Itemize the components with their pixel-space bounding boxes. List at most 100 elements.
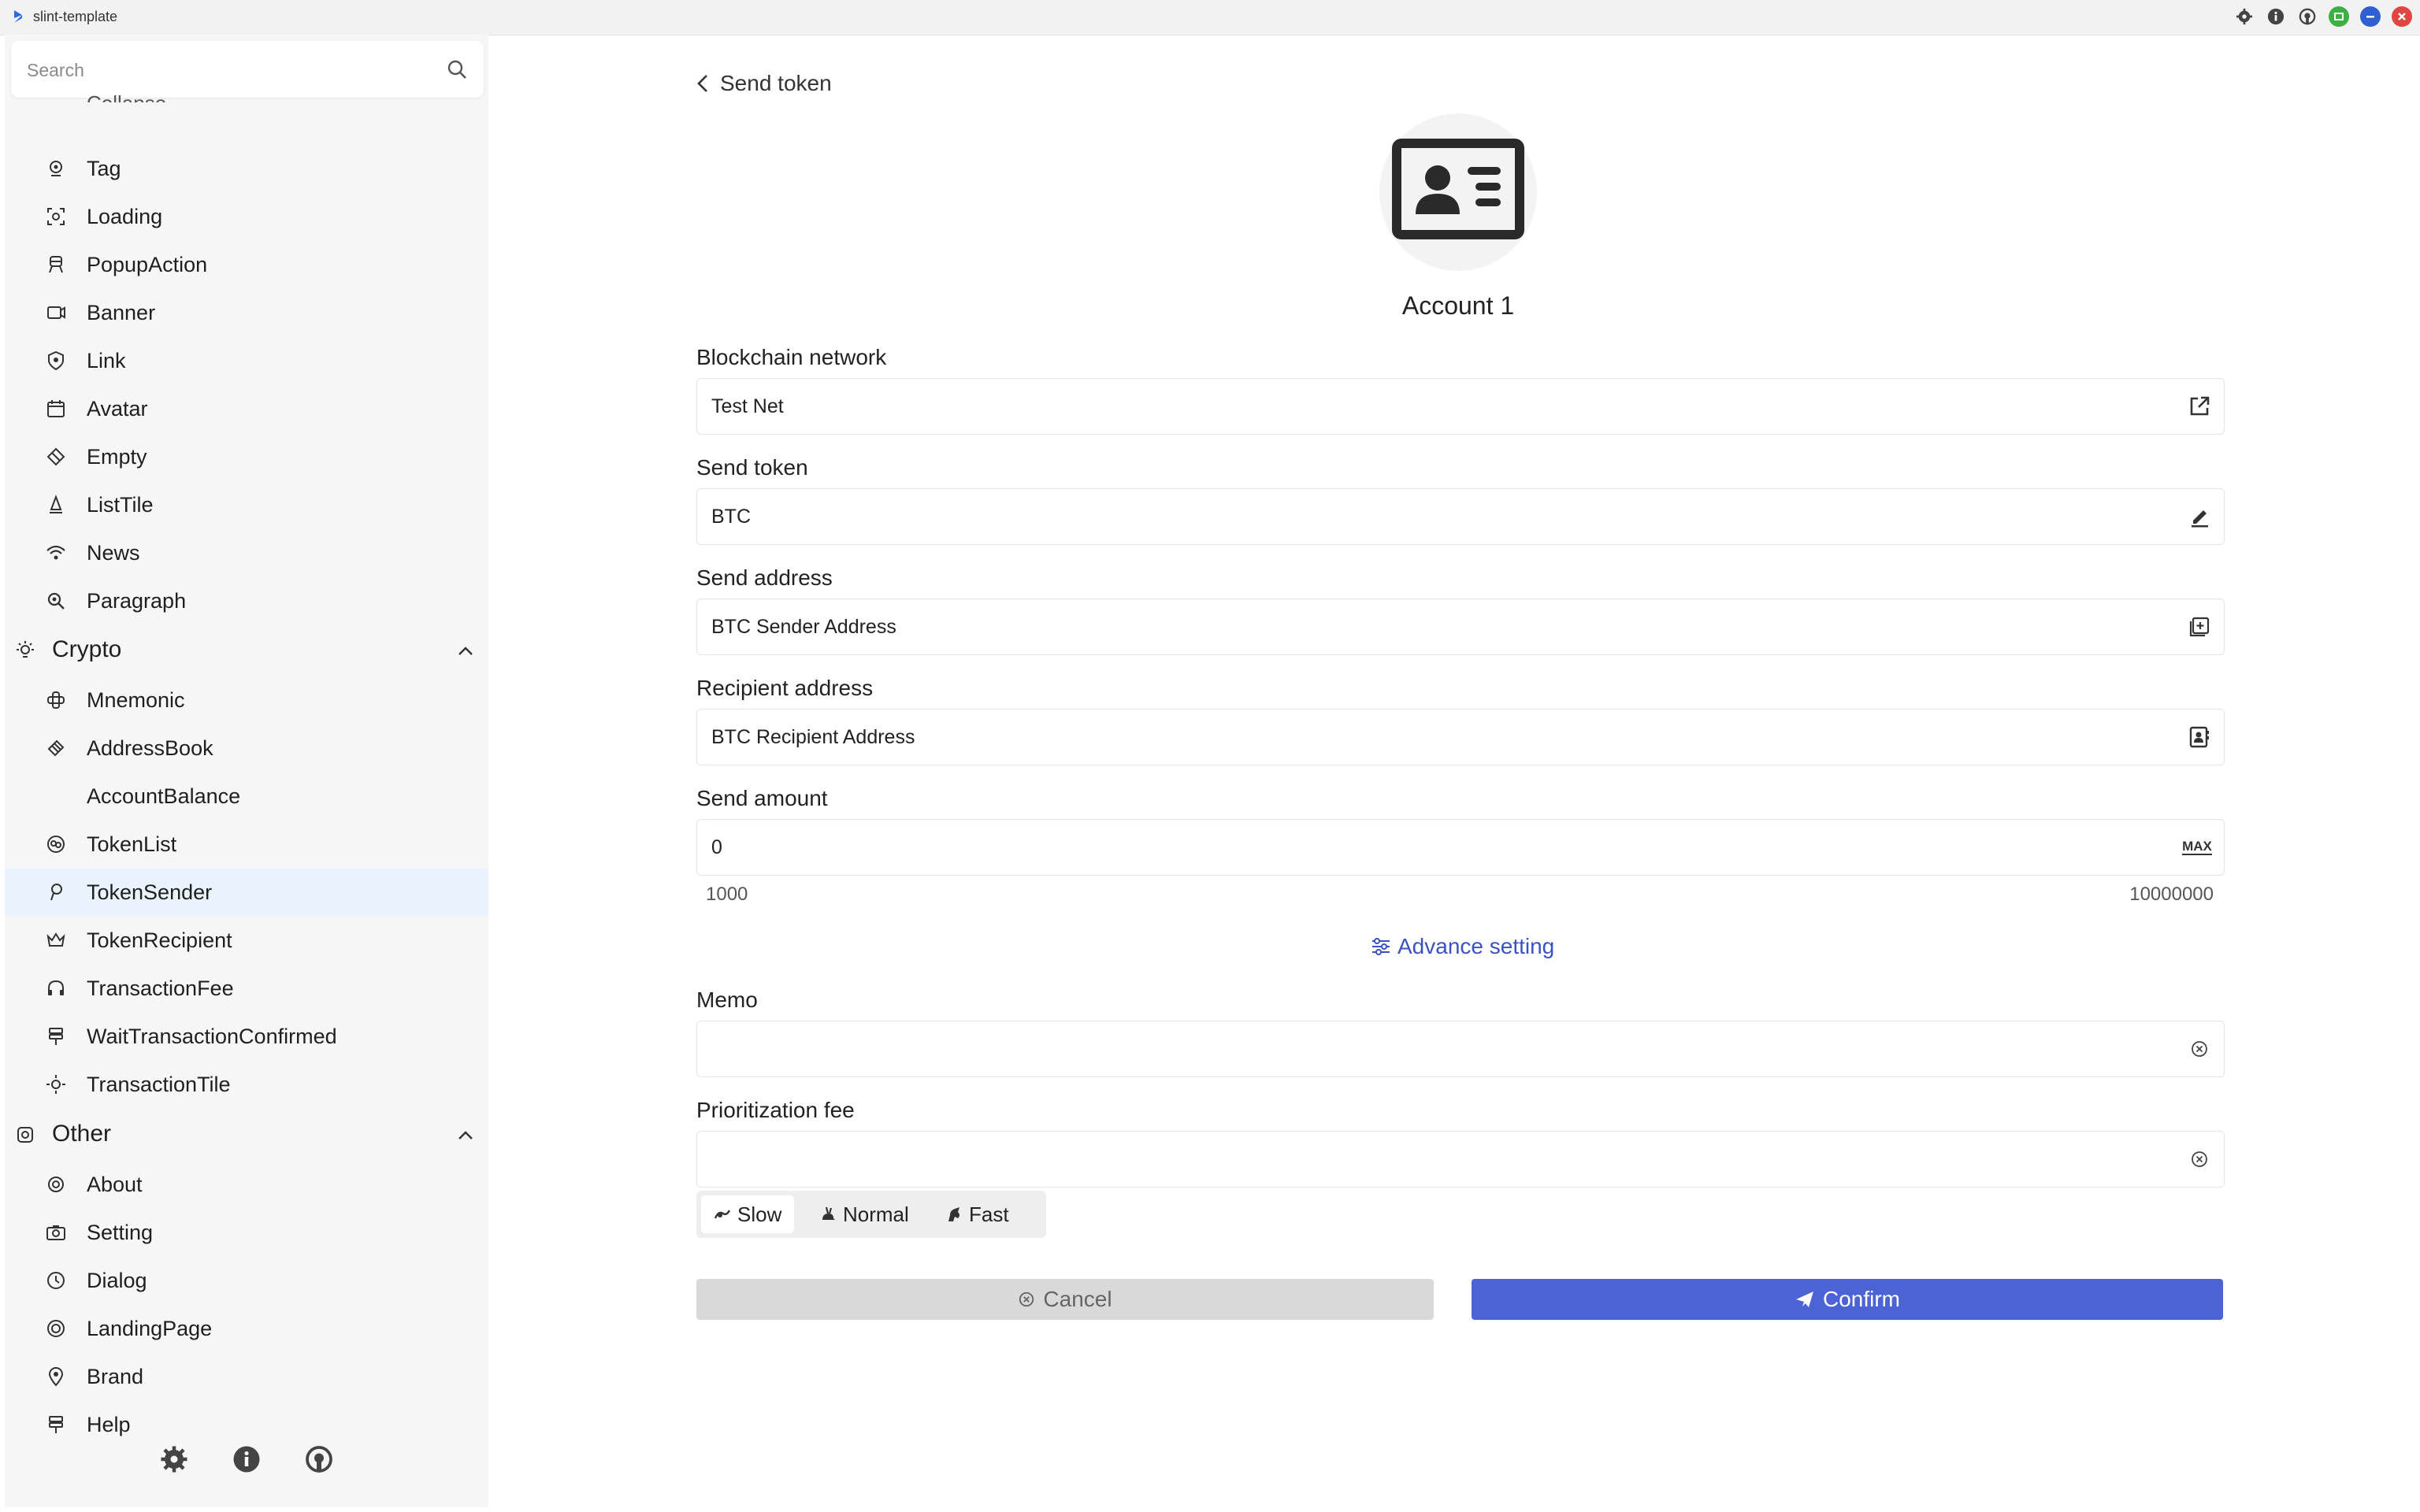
sidebar-item-label: ListTile	[87, 493, 154, 517]
sidebar-item-link[interactable]: Link	[5, 337, 488, 384]
gear-icon[interactable]	[159, 1444, 189, 1474]
send-icon	[1795, 1292, 1813, 1307]
search-input[interactable]: Search	[11, 41, 484, 98]
sidebar-item-loading[interactable]: Loading	[5, 193, 488, 240]
sidebar-item-label: Dialog	[87, 1269, 147, 1292]
sliders-icon	[1372, 938, 1390, 955]
sidebar-item-paragraph[interactable]: Paragraph	[5, 577, 488, 624]
sidebar-item-banner[interactable]: Banner	[5, 289, 488, 336]
sidebar-item-avatar[interactable]: Avatar	[5, 385, 488, 432]
confirm-label: Confirm	[1822, 1287, 1900, 1311]
sidebar-item-transactiontile[interactable]: TransactionTile	[5, 1061, 488, 1108]
max-button[interactable]: MAX	[2181, 836, 2213, 859]
sidebar-item-addressbook[interactable]: AddressBook	[5, 724, 488, 772]
sidebar-item-help[interactable]: Help	[5, 1401, 488, 1448]
horse-icon	[948, 1207, 959, 1221]
network-field[interactable]: Test Net	[696, 378, 2225, 435]
sidebar-item-tokenrecipient[interactable]: TokenRecipient	[5, 917, 488, 964]
range-min: 1000	[706, 884, 748, 905]
landing-icon	[47, 1320, 65, 1337]
confirm-button[interactable]: Confirm	[1472, 1279, 2223, 1320]
sun-icon	[46, 1075, 65, 1094]
sidebar-group-other[interactable]: Other	[5, 1110, 488, 1160]
sidebar-item-label: Avatar	[87, 397, 148, 421]
wifi-icon	[46, 545, 65, 560]
speed-normal-button[interactable]: Normal	[807, 1195, 922, 1233]
sidebar-item-label: Setting	[87, 1221, 154, 1244]
speed-slow-button[interactable]: Slow	[701, 1195, 795, 1233]
sidebar-item-waittransactionconfirmed[interactable]: WaitTransactionConfirmed	[5, 1013, 488, 1060]
sidebar-item-label: TransactionTile	[87, 1073, 231, 1096]
advance-setting-link[interactable]: Advance setting	[1371, 931, 1554, 962]
sidebar-group-crypto[interactable]: Crypto	[5, 625, 488, 676]
sidebar-item-accountbalance[interactable]: AccountBalance	[5, 773, 488, 820]
github-icon[interactable]	[2297, 6, 2318, 27]
memo-field[interactable]	[696, 1021, 2225, 1077]
edit-icon[interactable]	[2188, 505, 2211, 528]
sidebar-item-label: TransactionFee	[87, 976, 234, 1000]
sidebar-item-transactionfee[interactable]: TransactionFee	[5, 965, 488, 1012]
sidebar-item-about[interactable]: About	[5, 1161, 488, 1208]
speed-fast-button[interactable]: Fast	[933, 1195, 1022, 1233]
minimize-icon[interactable]	[2360, 6, 2381, 27]
sidebar-item-label: PopupAction	[87, 253, 208, 276]
github-icon[interactable]	[304, 1444, 334, 1474]
title-bar: slint-template	[0, 0, 2420, 35]
search-icon[interactable]	[446, 58, 468, 80]
cancel-button[interactable]: Cancel	[696, 1279, 1434, 1320]
sidebar-item-popupaction[interactable]: PopupAction	[5, 241, 488, 288]
sidebar-item-label: Banner	[87, 301, 156, 324]
contact-book-icon[interactable]	[2188, 725, 2211, 749]
add-box-icon[interactable]	[2188, 615, 2211, 639]
sidebar-item-collapse-cut[interactable]: Collapse	[87, 91, 166, 102]
send-address-label: Send address	[696, 565, 833, 590]
sidebar-item-tag[interactable]: Tag	[5, 145, 488, 192]
sidebar-item-label: AccountBalance	[87, 784, 241, 808]
sidebar-item-news[interactable]: News	[5, 529, 488, 576]
clear-icon[interactable]	[2188, 1037, 2211, 1061]
mnemonic-icon	[47, 691, 65, 709]
sidebar-item-dialog[interactable]: Dialog	[5, 1257, 488, 1304]
sidebar-item-setting[interactable]: Setting	[5, 1209, 488, 1256]
clear-icon[interactable]	[2188, 1147, 2211, 1171]
addressbook-icon	[47, 739, 65, 757]
sidebar-item-label: Empty	[87, 445, 147, 469]
chevron-left-icon[interactable]	[693, 72, 714, 94]
other-icon	[17, 1127, 33, 1143]
sidebar-item-label: TokenList	[87, 832, 177, 856]
external-link-icon[interactable]	[2188, 395, 2211, 418]
sidebar-item-label: Help	[87, 1413, 131, 1436]
main-content: Send token Account 1 Blockchain network …	[488, 35, 2420, 1512]
sidebar-item-tokensender[interactable]: TokenSender	[5, 869, 488, 916]
page-title: Send token	[720, 71, 832, 95]
chevron-up-icon[interactable]	[455, 641, 476, 662]
close-icon[interactable]	[2392, 6, 2412, 27]
camera-icon	[46, 1225, 65, 1240]
info-icon[interactable]	[2266, 6, 2286, 27]
empty-icon	[46, 447, 65, 466]
banner-icon	[47, 306, 65, 319]
chevron-up-icon[interactable]	[455, 1125, 476, 1146]
sidebar-group-label: Crypto	[52, 636, 122, 662]
sidebar-item-landingpage[interactable]: LandingPage	[5, 1305, 488, 1352]
sidebar-item-listtile[interactable]: ListTile	[5, 481, 488, 528]
fee-label: Prioritization fee	[696, 1098, 855, 1122]
recipient-address-field[interactable]: BTC Recipient Address	[696, 709, 2225, 765]
amount-field[interactable]: 0 MAX	[696, 819, 2225, 876]
gear-icon[interactable]	[2234, 6, 2255, 27]
sidebar-item-empty[interactable]: Empty	[5, 433, 488, 480]
fee-field[interactable]	[696, 1131, 2225, 1188]
token-field[interactable]: BTC	[696, 488, 2225, 545]
speed-label: Fast	[969, 1202, 1009, 1226]
info-icon[interactable]	[232, 1444, 262, 1474]
snail-icon	[714, 1210, 731, 1219]
network-label: Blockchain network	[696, 345, 887, 369]
help-icon	[49, 1416, 63, 1433]
sidebar-item-brand[interactable]: Brand	[5, 1353, 488, 1400]
sidebar-item-mnemonic[interactable]: Mnemonic	[5, 676, 488, 724]
rabbit-icon	[822, 1206, 835, 1220]
sidebar-item-tokenlist[interactable]: TokenList	[5, 821, 488, 868]
contact-card-icon	[1392, 139, 1524, 239]
maximize-icon[interactable]	[2329, 6, 2349, 27]
send-address-field[interactable]: BTC Sender Address	[696, 598, 2225, 655]
